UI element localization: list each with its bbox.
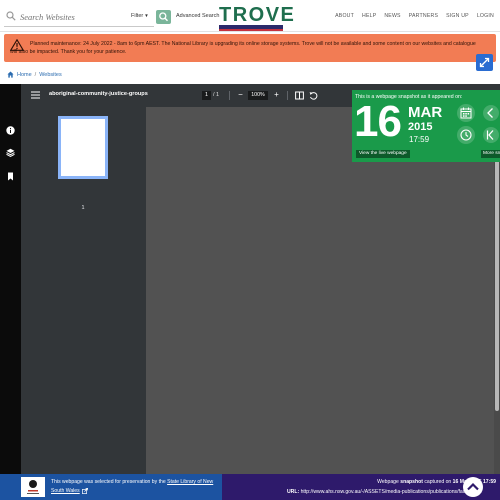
breadcrumb-websites[interactable]: Websites [39, 72, 62, 78]
home-icon [7, 71, 14, 78]
info-icon[interactable] [6, 126, 15, 135]
preservation-text: This webpage was selected for preservati… [51, 478, 219, 496]
snapshot-capture-date: 16 Mar 2015 17:59 [452, 479, 496, 485]
snapshot-capture-prefix: Webpage [377, 479, 399, 485]
advanced-search-link[interactable]: Advanced Search [176, 13, 219, 19]
search-icon [6, 11, 16, 21]
snapshot-year: 2015 [408, 121, 433, 133]
time-button[interactable] [457, 126, 475, 144]
search-button[interactable] [156, 10, 171, 24]
thumbnail-page-number: 1 [81, 205, 85, 211]
layers-icon[interactable] [6, 148, 15, 157]
snapshot-capture-info: Webpage snapshot captured on 16 Mar 2015… [377, 478, 496, 487]
top-nav: ABOUT HELP NEWS PARTNERS SIGN UP LOGIN [335, 13, 494, 19]
breadcrumb-separator: / [34, 71, 37, 78]
trove-logo[interactable]: TROVE [219, 4, 296, 31]
nav-partners[interactable]: PARTNERS [409, 13, 438, 19]
maintenance-alert: Planned maintenance: 24 July 2022 - 8am … [4, 34, 496, 62]
document-title: aboriginal-community-justice-groups [49, 91, 148, 97]
expand-icon [479, 57, 490, 68]
logo-text: TROVE [219, 4, 296, 26]
viewer-scrollbar[interactable] [494, 107, 500, 474]
toolbar-divider [287, 91, 288, 100]
zoom-out-button[interactable]: − [236, 90, 245, 100]
site-header: Filter▼ Advanced Search TROVE ABOUT HELP… [0, 0, 500, 32]
viewer-side-rail [0, 84, 21, 474]
nav-sign-up[interactable]: SIGN UP [446, 13, 469, 19]
zoom-level-input[interactable]: 100% [248, 91, 268, 100]
breadcrumb: Home / Websites [7, 71, 62, 78]
more-snapshots-button[interactable]: More sn [481, 150, 500, 158]
search-input[interactable] [20, 8, 125, 26]
snapshot-date-panel: This is a webpage snapshot as it appeare… [352, 90, 500, 162]
page-count: / 1 [213, 92, 220, 98]
rotate-icon[interactable] [309, 91, 318, 100]
thumbnail-sidebar: 1 [21, 107, 146, 474]
page: Filter▼ Advanced Search TROVE ABOUT HELP… [0, 0, 500, 500]
url-value[interactable]: http://www.ahs.nsw.gov.au/-/ASSETS/media… [301, 489, 482, 495]
expand-button[interactable] [476, 54, 493, 71]
external-link-icon [82, 487, 89, 494]
nav-login[interactable]: LOGIN [477, 13, 494, 19]
state-library-logo[interactable] [21, 477, 45, 497]
nav-about[interactable]: ABOUT [335, 13, 354, 19]
nav-help[interactable]: HELP [362, 13, 376, 19]
page-thumbnail[interactable] [58, 116, 108, 179]
footer-preservation: This webpage was selected for preservati… [0, 474, 222, 500]
snapshot-capture-middle: captured on [424, 479, 452, 485]
calendar-button[interactable] [457, 104, 475, 122]
chevron-left-icon[interactable] [480, 104, 500, 122]
snapshot-capture-word: snapshot [400, 479, 423, 485]
nav-news[interactable]: NEWS [384, 13, 400, 19]
url-label: URL: [287, 489, 300, 495]
first-page-icon[interactable] [480, 126, 500, 144]
alert-text: Planned maintenance: 24 July 2022 - 8am … [10, 41, 476, 55]
search-icon [159, 12, 168, 22]
page-number-input[interactable]: 1 [202, 91, 211, 100]
calendar-icon [460, 107, 472, 119]
breadcrumb-home[interactable]: Home [17, 72, 32, 78]
snapshot-day: 16 [354, 97, 402, 146]
snapshot-url: URL: http://www.ahs.nsw.gov.au/-/ASSETS/… [287, 488, 496, 497]
bookmark-icon[interactable] [6, 172, 15, 181]
toolbar-divider [229, 91, 230, 100]
snapshot-time: 17:59 [409, 135, 430, 144]
fit-page-icon[interactable] [295, 91, 304, 100]
chevron-down-icon: ▼ [144, 13, 149, 18]
filter-button[interactable]: Filter▼ [131, 13, 149, 19]
logo-underline-accent [219, 29, 283, 31]
menu-icon[interactable] [31, 91, 40, 99]
filter-label: Filter [131, 13, 144, 19]
snapshot-month: MAR [408, 104, 443, 121]
archive-footer: This webpage was selected for preservati… [0, 474, 500, 500]
zoom-in-button[interactable]: + [272, 90, 281, 100]
clock-icon [460, 129, 472, 141]
preservation-prefix: This webpage was selected for preservati… [51, 479, 166, 485]
view-live-webpage-button[interactable]: View the live webpage [356, 150, 410, 158]
